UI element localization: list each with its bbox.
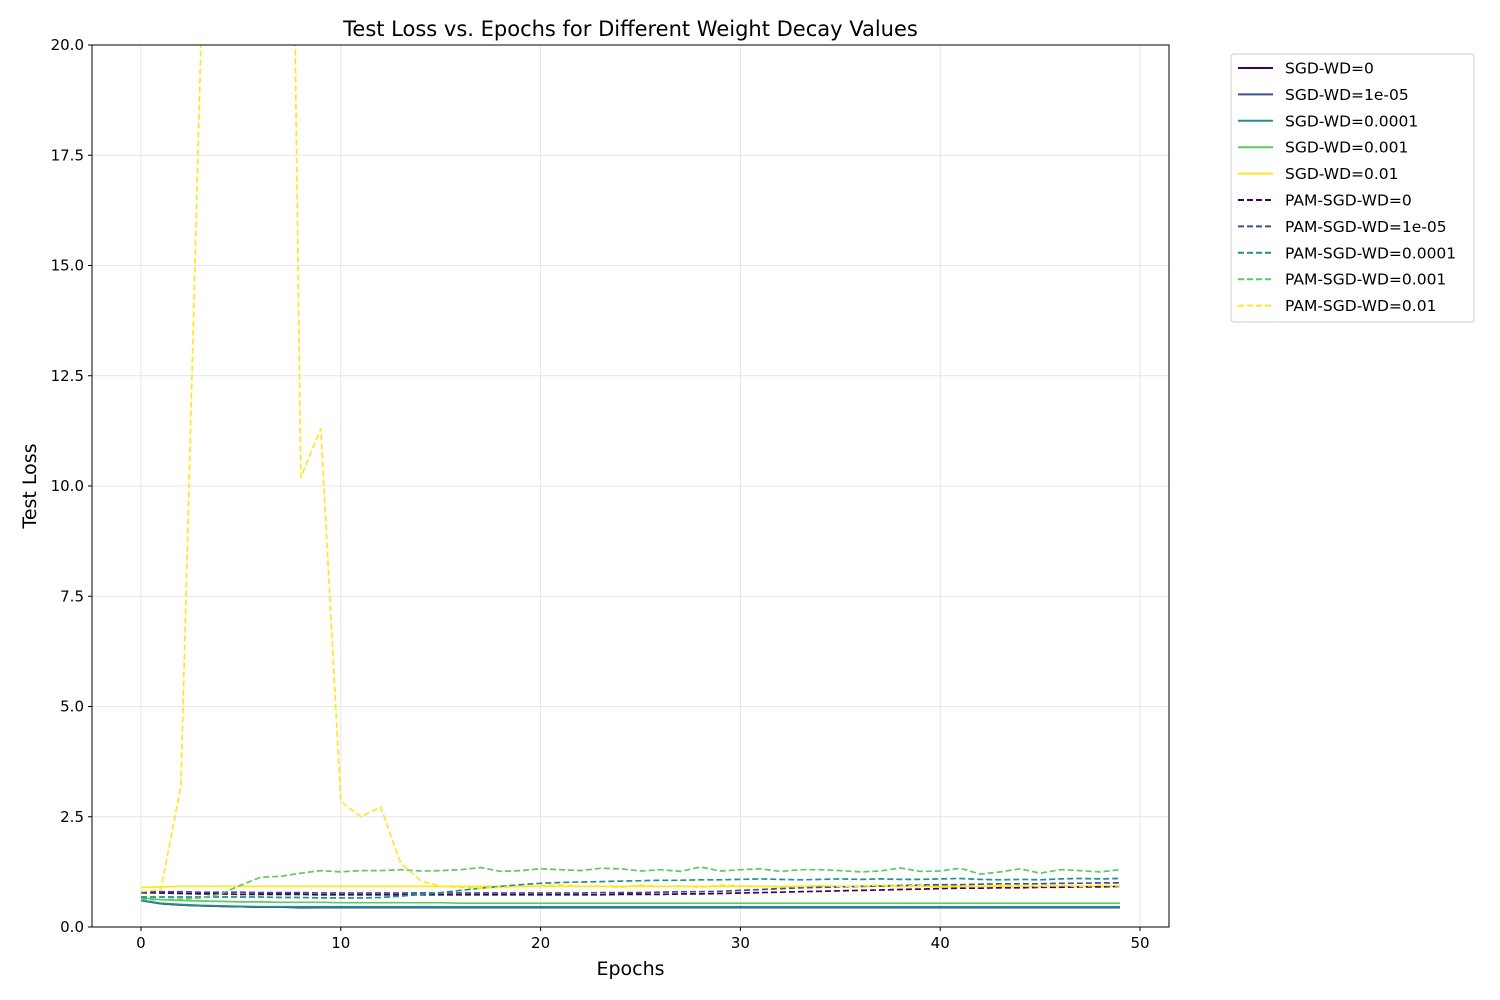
y-tick-label: 7.5 <box>60 587 84 605</box>
x-tick-label: 10 <box>331 934 350 952</box>
y-tick-label: 10.0 <box>51 477 84 495</box>
legend-label: PAM-SGD-WD=0.0001 <box>1285 244 1456 262</box>
legend-label: SGD-WD=0.01 <box>1285 165 1399 183</box>
y-axis: 0.0 2.5 5.0 7.5 10.0 12.5 15.0 17.5 20.0 <box>51 36 92 936</box>
x-axis: 0 10 20 30 40 50 <box>136 927 1150 952</box>
legend-label: SGD-WD=1e-05 <box>1285 86 1409 104</box>
chart: 0 10 20 30 40 50 0.0 2.5 5.0 7.5 10.0 12.5 15.0 17.5… <box>19 17 1475 980</box>
y-tick-label: 20.0 <box>51 36 84 54</box>
y-tick-label: 0.0 <box>60 918 84 936</box>
legend: SGD-WD=0 SGD-WD=1e-05 SGD-WD=0.0001 SGD-WD=… <box>1230 53 1475 323</box>
legend-label: PAM-SGD-WD=0.001 <box>1285 271 1446 289</box>
chart-title: Test Loss vs. Epochs for Different Weigh… <box>342 17 918 41</box>
x-tick-label: 50 <box>1130 934 1149 952</box>
legend-label: PAM-SGD-WD=0 <box>1285 192 1412 210</box>
x-tick-label: 30 <box>731 934 750 952</box>
x-tick-label: 0 <box>136 934 146 952</box>
y-tick-label: 12.5 <box>51 367 84 385</box>
legend-label: PAM-SGD-WD=0.01 <box>1285 297 1436 315</box>
y-tick-label: 2.5 <box>60 808 84 826</box>
y-tick-label: 15.0 <box>51 257 84 275</box>
x-axis-title: Epochs <box>596 958 664 980</box>
y-tick-label: 17.5 <box>51 146 84 164</box>
legend-label: SGD-WD=0 <box>1285 60 1374 78</box>
legend-label: PAM-SGD-WD=1e-05 <box>1285 218 1447 236</box>
legend-label: SGD-WD=0.0001 <box>1285 112 1418 130</box>
y-axis-title: Test Loss <box>19 443 41 529</box>
y-tick-label: 5.0 <box>60 698 84 716</box>
x-tick-label: 40 <box>931 934 950 952</box>
legend-label: SGD-WD=0.001 <box>1285 139 1408 157</box>
x-tick-label: 20 <box>531 934 550 952</box>
